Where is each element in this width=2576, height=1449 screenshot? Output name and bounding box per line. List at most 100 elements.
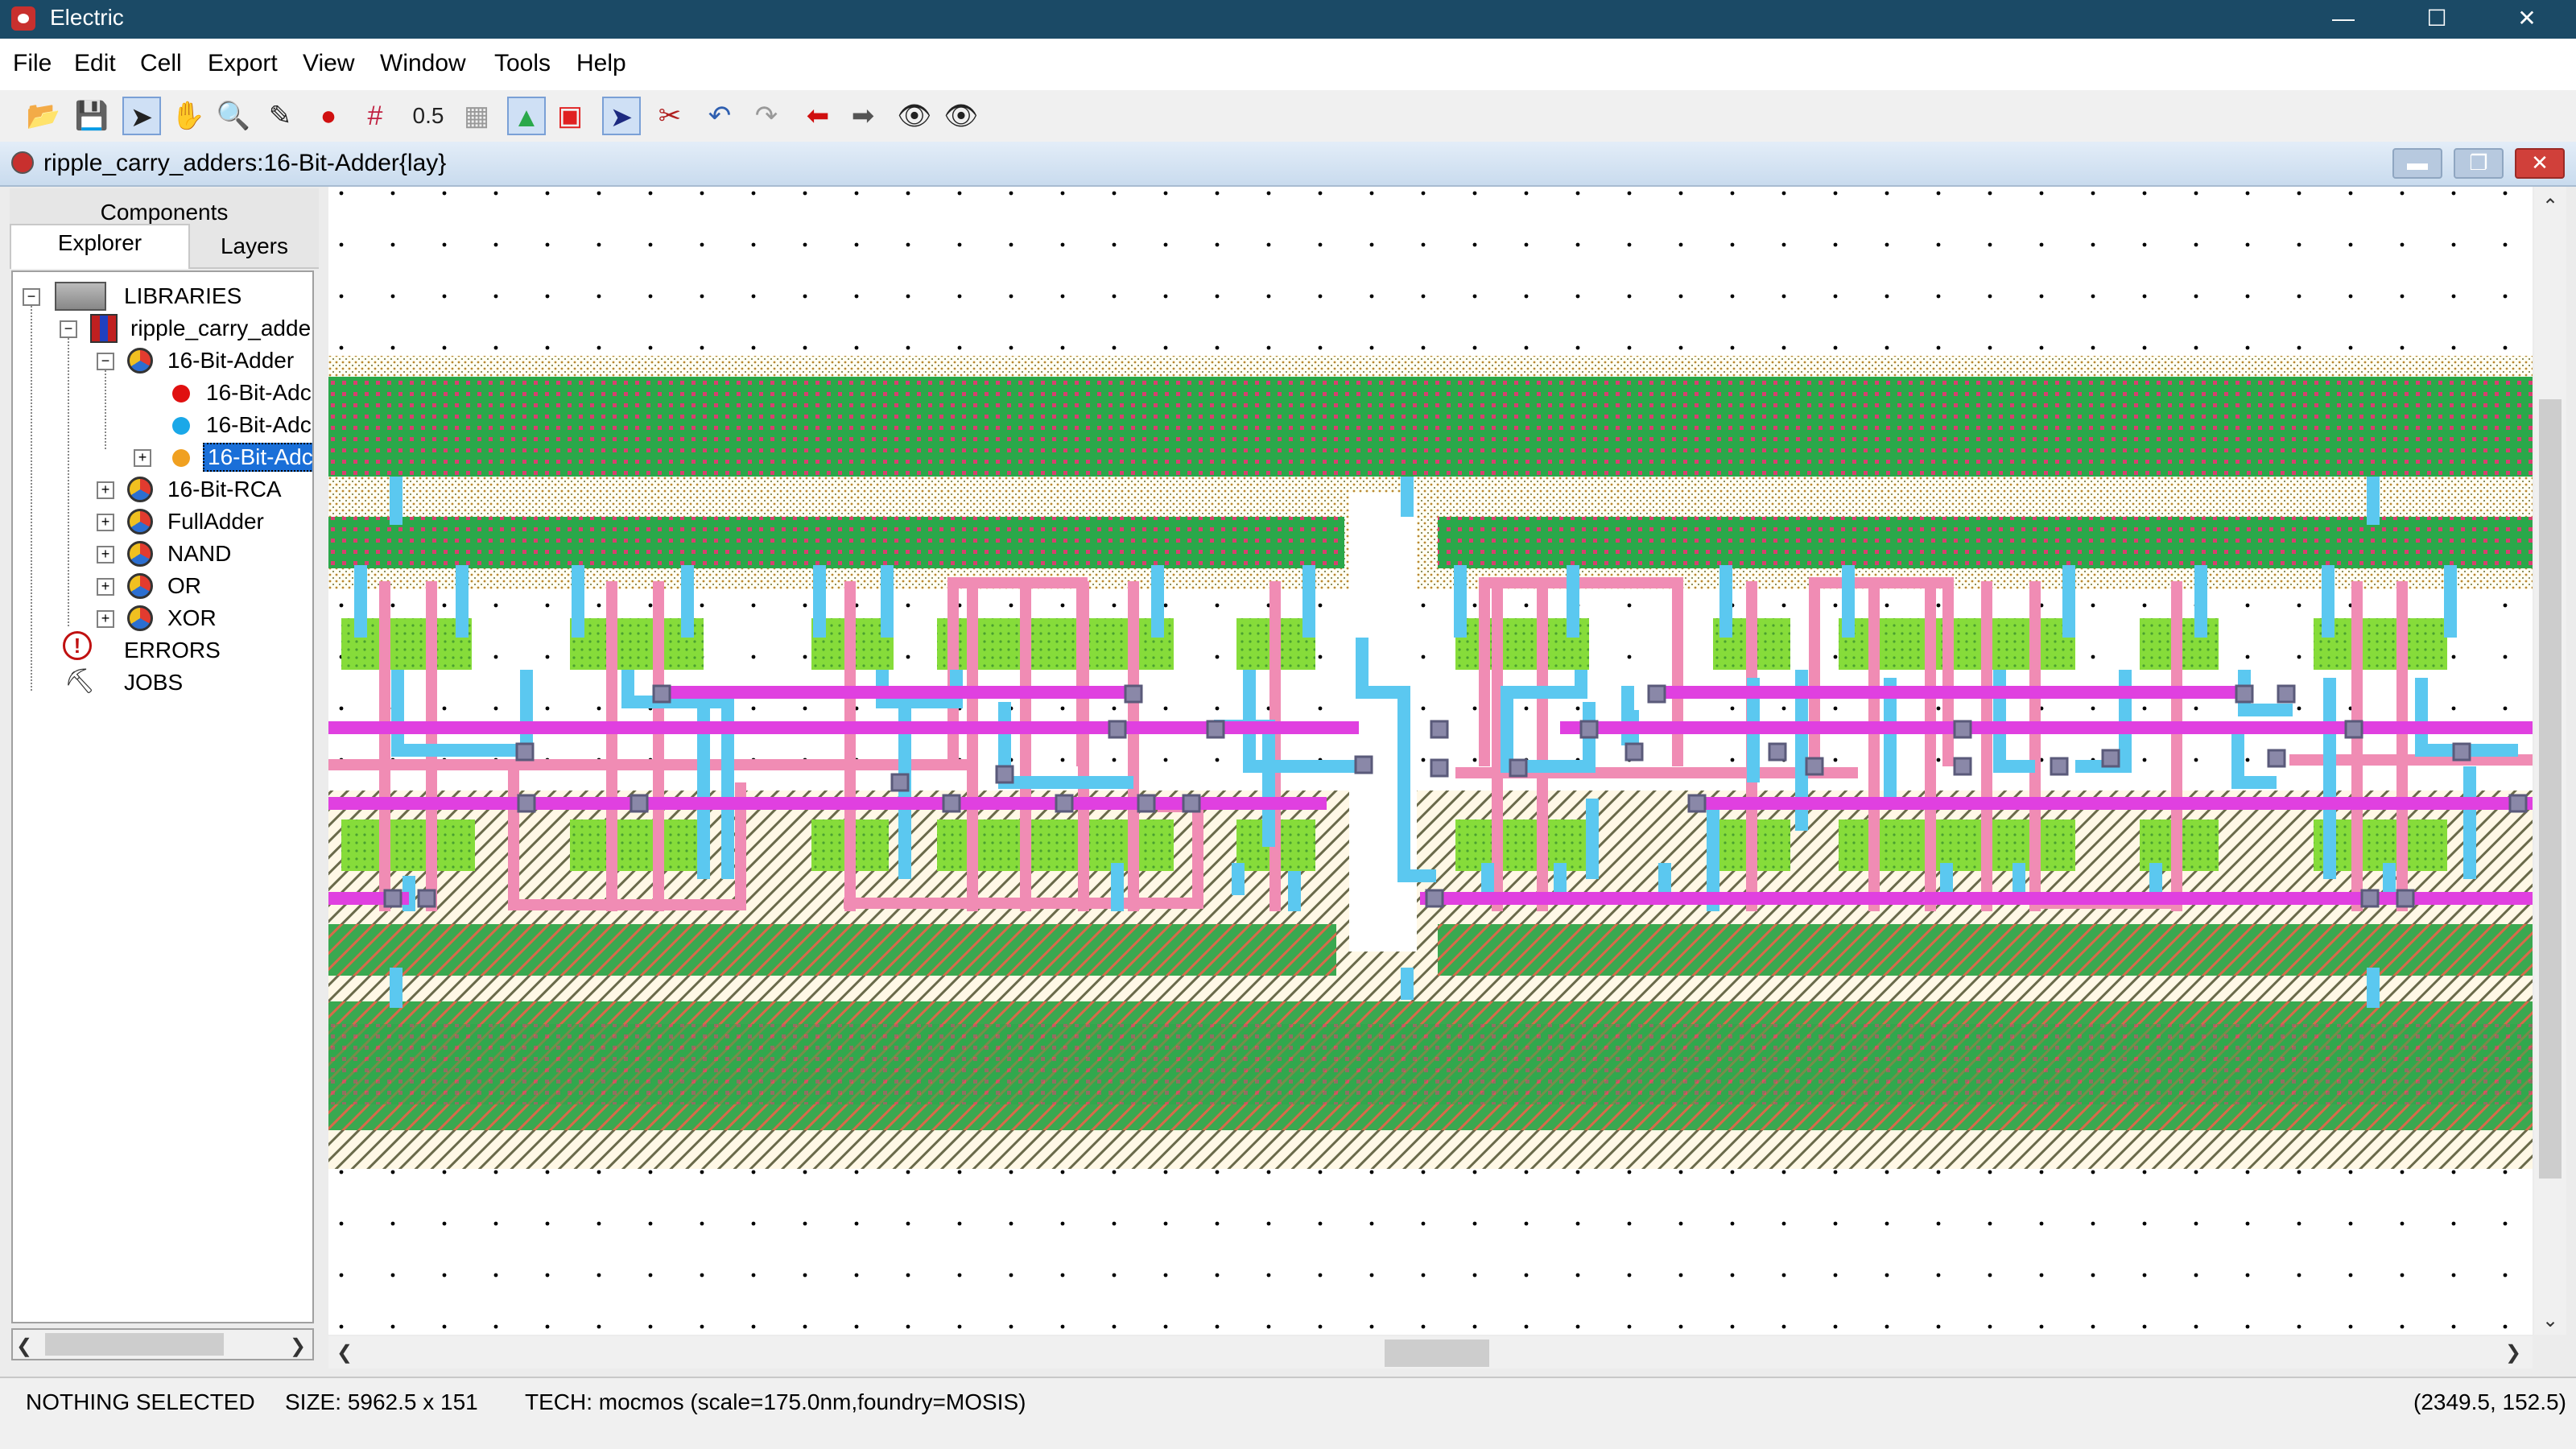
back-arrow-icon[interactable]: ⬅ — [799, 97, 837, 135]
expand-cell-toggle[interactable]: + — [97, 514, 114, 531]
menu-export[interactable]: Export — [208, 50, 278, 77]
cell-icon[interactable]: ▣ — [551, 97, 589, 135]
library-tree: − LIBRARIES − ripple_carry_adde − 16-Bit… — [11, 270, 314, 1323]
expand-view-toggle[interactable]: + — [134, 449, 151, 467]
menu-bar: File Edit Cell Export View Window Tools … — [0, 39, 2576, 90]
outline-edit-icon[interactable]: ✎ — [261, 97, 299, 135]
bottom-strip — [0, 1423, 2576, 1449]
tools-icon[interactable]: ✂ — [650, 97, 689, 135]
canvas-horizontal-scrollbar[interactable]: ❮ ❯ — [328, 1336, 2533, 1368]
schematic-view-icon — [172, 417, 190, 435]
save-icon[interactable]: 💾 — [72, 97, 111, 135]
tree-view-item-selected[interactable]: 16-Bit-Adc — [203, 443, 312, 472]
collapse-libraries-toggle[interactable]: − — [23, 288, 40, 306]
document-title: ripple_carry_adders:16-Bit-Adder{lay} — [43, 150, 447, 176]
status-bar: NOTHING SELECTED SIZE: 5962.5 x 151 TECH… — [0, 1377, 2576, 1425]
grid-icon[interactable]: # — [356, 97, 394, 135]
tree-scroll-thumb[interactable] — [45, 1333, 224, 1356]
toolbar: 📂 💾 ➤ ✋ 🔍 ✎ ● # 0.5 ▦ ▲ ▣ ➤ ✂ ↶ ↷ ⬅ ➡ 👁 … — [0, 90, 2576, 143]
menu-tools[interactable]: Tools — [494, 50, 551, 77]
tree-library-ripple-carry-adders[interactable]: ripple_carry_adde — [130, 316, 311, 341]
jobs-icon: ⛏ — [64, 668, 96, 695]
document-icon — [11, 151, 34, 174]
status-size: SIZE: 5962.5 x 151 — [285, 1389, 478, 1414]
errors-icon: ! — [63, 631, 92, 660]
expand-cell-toggle[interactable]: + — [97, 610, 114, 628]
tab-explorer[interactable]: Explorer — [10, 230, 190, 256]
menu-window[interactable]: Window — [380, 50, 466, 77]
zoom-icon[interactable]: 🔍 — [214, 97, 253, 135]
tree-cell-16-bit-adder[interactable]: 16-Bit-Adder — [167, 348, 294, 374]
redo-icon[interactable]: ↷ — [747, 97, 786, 135]
tab-layers[interactable]: Layers — [190, 233, 319, 259]
grid-align-icon[interactable]: ▦ — [457, 97, 496, 135]
frame-minimize-icon[interactable]: ▬ — [2392, 148, 2442, 179]
frame-restore-icon[interactable]: ❐ — [2454, 148, 2504, 179]
cell-icon — [127, 477, 153, 502]
cell-icon — [127, 605, 153, 631]
layout-view-icon — [172, 385, 190, 402]
window-title-bar: Electric — ☐ ✕ — [0, 0, 2576, 39]
menu-help[interactable]: Help — [576, 50, 626, 77]
document-title-bar: ripple_carry_adders:16-Bit-Adder{lay} ▬ … — [0, 142, 2576, 187]
minimize-icon[interactable]: — — [2307, 0, 2380, 39]
tree-horizontal-scrollbar[interactable]: ❮ ❯ — [11, 1328, 314, 1360]
undo-icon[interactable]: ↶ — [700, 97, 739, 135]
menu-view[interactable]: View — [303, 50, 354, 77]
status-coordinates: (2349.5, 152.5) — [2413, 1389, 2566, 1414]
tree-cell[interactable]: 16-Bit-RCA — [167, 477, 282, 502]
scroll-left-icon[interactable]: ❮ — [16, 1335, 32, 1358]
tree-cell[interactable]: XOR — [167, 605, 217, 631]
layout-canvas[interactable] — [328, 187, 2533, 1335]
collapse-library-toggle[interactable]: − — [60, 320, 77, 338]
expand-cell-toggle[interactable]: + — [97, 546, 114, 564]
canvas-vertical-scrollbar[interactable]: ⌃ ⌄ — [2534, 187, 2566, 1335]
scroll-left-icon[interactable]: ❮ — [336, 1341, 353, 1364]
pan-hand-icon[interactable]: ✋ — [169, 97, 208, 135]
scroll-up-icon[interactable]: ⌃ — [2542, 195, 2558, 218]
show-icon[interactable]: 👁 — [895, 97, 934, 135]
tree-jobs[interactable]: JOBS — [124, 670, 183, 696]
grid-scale-value[interactable]: 0.5 — [406, 97, 451, 135]
tree-view-item[interactable]: 16-Bit-Adc — [206, 380, 312, 406]
status-selection: NOTHING SELECTED — [26, 1389, 255, 1414]
expand-cell-toggle[interactable]: + — [97, 481, 114, 499]
status-technology: TECH: mocmos (scale=175.0nm,foundry=MOSI… — [525, 1389, 1026, 1414]
tree-cell[interactable]: OR — [167, 573, 201, 599]
measure-icon[interactable]: ● — [309, 97, 348, 135]
scroll-right-icon[interactable]: ❯ — [290, 1335, 306, 1358]
expand-cell-toggle[interactable]: + — [97, 578, 114, 596]
cell-icon — [127, 541, 153, 567]
tree-libraries[interactable]: LIBRARIES — [124, 283, 242, 309]
canvas-hscroll-thumb[interactable] — [1385, 1340, 1489, 1367]
icon-view-icon — [172, 449, 190, 467]
select-arrow-icon[interactable]: ➤ — [122, 97, 161, 135]
scroll-down-icon[interactable]: ⌄ — [2542, 1309, 2558, 1332]
scroll-right-icon[interactable]: ❯ — [2505, 1341, 2521, 1364]
tree-cell[interactable]: NAND — [167, 541, 231, 567]
special-select-icon[interactable]: ➤ — [602, 97, 641, 135]
close-icon[interactable]: ✕ — [2491, 0, 2563, 39]
menu-cell[interactable]: Cell — [140, 50, 182, 77]
electric-app-icon — [11, 6, 35, 31]
tab-components[interactable]: Components — [10, 200, 319, 225]
window-title: Electric — [50, 5, 124, 30]
maximize-icon[interactable]: ☐ — [2401, 0, 2473, 39]
menu-file[interactable]: File — [13, 50, 52, 77]
cell-icon — [127, 348, 153, 374]
library-icon — [90, 314, 118, 343]
forward-arrow-icon[interactable]: ➡ — [844, 97, 882, 135]
tree-cell[interactable]: FullAdder — [167, 509, 264, 535]
tree-errors[interactable]: ERRORS — [124, 638, 221, 663]
collapse-cell-toggle[interactable]: − — [97, 353, 114, 370]
layout-drawing — [328, 187, 2533, 1335]
open-folder-icon[interactable]: 📂 — [24, 97, 63, 135]
cell-icon — [127, 509, 153, 535]
cell-icon — [127, 573, 153, 599]
hide-icon[interactable]: 👁 — [942, 97, 980, 135]
frame-close-icon[interactable]: ✕ — [2515, 148, 2565, 179]
canvas-vscroll-thumb[interactable] — [2539, 399, 2562, 1179]
tree-view-item[interactable]: 16-Bit-Adc — [206, 412, 312, 438]
menu-edit[interactable]: Edit — [74, 50, 116, 77]
place-icon[interactable]: ▲ — [507, 97, 546, 135]
